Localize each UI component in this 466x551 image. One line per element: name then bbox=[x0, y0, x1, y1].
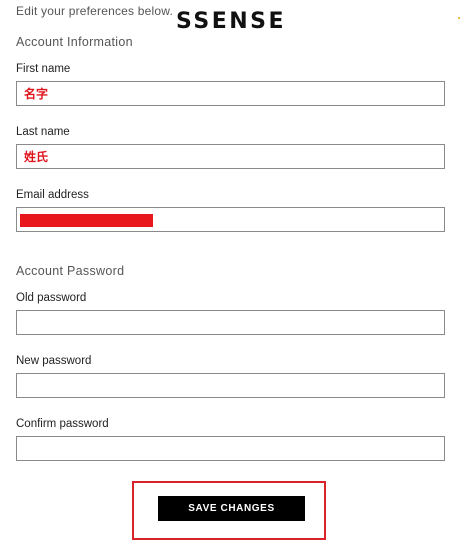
confirm-password-field[interactable] bbox=[16, 436, 445, 461]
email-field[interactable] bbox=[16, 207, 445, 232]
first-name-field[interactable]: 名字 bbox=[16, 81, 445, 106]
first-name-label: First name bbox=[16, 63, 71, 75]
email-label: Email address bbox=[16, 189, 89, 201]
first-name-value: 名字 bbox=[24, 87, 49, 101]
edge-marker bbox=[458, 17, 460, 19]
account-information-heading: Account Information bbox=[16, 35, 133, 49]
ssense-logo: SSENSE bbox=[176, 9, 287, 34]
old-password-field[interactable] bbox=[16, 310, 445, 335]
email-redaction bbox=[20, 214, 153, 227]
last-name-field[interactable]: 姓氏 bbox=[16, 144, 445, 169]
new-password-field[interactable] bbox=[16, 373, 445, 398]
last-name-value: 姓氏 bbox=[24, 150, 49, 164]
account-password-heading: Account Password bbox=[16, 264, 125, 278]
last-name-label: Last name bbox=[16, 126, 70, 138]
confirm-password-label: Confirm password bbox=[16, 418, 109, 430]
old-password-label: Old password bbox=[16, 292, 87, 304]
save-changes-button[interactable]: SAVE CHANGES bbox=[158, 496, 305, 521]
intro-text: Edit your preferences below. bbox=[16, 4, 174, 18]
new-password-label: New password bbox=[16, 355, 92, 367]
